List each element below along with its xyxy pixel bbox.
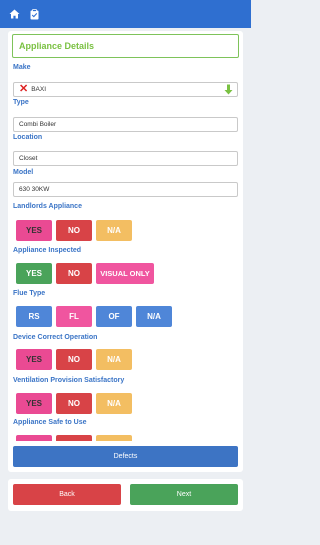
- clear-icon[interactable]: ✕: [19, 84, 28, 95]
- make-select[interactable]: ✕ BAXI: [13, 82, 238, 97]
- defects-card: Defects: [8, 441, 243, 472]
- device-operation-options: YES NO N/A: [16, 349, 132, 370]
- location-label: Location: [13, 134, 43, 141]
- top-bar: [0, 0, 251, 28]
- model-field[interactable]: 630 30KW: [13, 182, 238, 197]
- page-title: Appliance Details: [12, 34, 239, 58]
- flue-type-label: Flue Type: [13, 290, 46, 297]
- inspected-label: Appliance Inspected: [13, 247, 82, 254]
- arrow-down-icon[interactable]: [224, 84, 233, 97]
- defects-button[interactable]: Defects: [13, 446, 238, 467]
- safe-to-use-label: Appliance Safe to Use: [13, 419, 87, 426]
- landlords-no-button[interactable]: NO: [56, 220, 92, 241]
- flue-na-button[interactable]: N/A: [136, 306, 172, 327]
- make-value: BAXI: [31, 86, 47, 93]
- flue-type-options: RS FL OF N/A: [16, 306, 172, 327]
- type-field[interactable]: Combi Boiler: [13, 117, 238, 132]
- device-yes-button[interactable]: YES: [16, 349, 52, 370]
- landlords-na-button[interactable]: N/A: [96, 220, 132, 241]
- inspected-visual-only-button[interactable]: VISUAL ONLY: [96, 263, 154, 284]
- inspected-no-button[interactable]: NO: [56, 263, 92, 284]
- ventilation-yes-button[interactable]: YES: [16, 393, 52, 414]
- ventilation-na-button[interactable]: N/A: [96, 393, 132, 414]
- location-field[interactable]: Closet: [13, 151, 238, 166]
- inspected-options: YES NO VISUAL ONLY: [16, 263, 154, 284]
- inspected-yes-button[interactable]: YES: [16, 263, 52, 284]
- clipboard-check-icon[interactable]: [30, 8, 39, 20]
- landlords-options: YES NO N/A: [16, 220, 132, 241]
- flue-rs-button[interactable]: RS: [16, 306, 52, 327]
- landlords-label: Landlords Appliance: [13, 203, 82, 210]
- ventilation-label: Ventilation Provision Satisfactory: [13, 377, 125, 384]
- landlords-yes-button[interactable]: YES: [16, 220, 52, 241]
- device-no-button[interactable]: NO: [56, 349, 92, 370]
- back-button[interactable]: Back: [13, 484, 121, 505]
- next-button[interactable]: Next: [130, 484, 238, 505]
- device-operation-label: Device Correct Operation: [13, 334, 98, 341]
- ventilation-options: YES NO N/A: [16, 393, 132, 414]
- appliance-details-card: Appliance Details Make ✕ BAXI Type Combi…: [8, 31, 243, 461]
- model-label: Model: [13, 169, 34, 176]
- ventilation-no-button[interactable]: NO: [56, 393, 92, 414]
- make-label: Make: [13, 64, 31, 71]
- device-na-button[interactable]: N/A: [96, 349, 132, 370]
- navigation-card: Back Next: [8, 479, 243, 511]
- flue-fl-button[interactable]: FL: [56, 306, 92, 327]
- type-label: Type: [13, 99, 29, 106]
- flue-of-button[interactable]: OF: [96, 306, 132, 327]
- home-icon[interactable]: [9, 9, 20, 19]
